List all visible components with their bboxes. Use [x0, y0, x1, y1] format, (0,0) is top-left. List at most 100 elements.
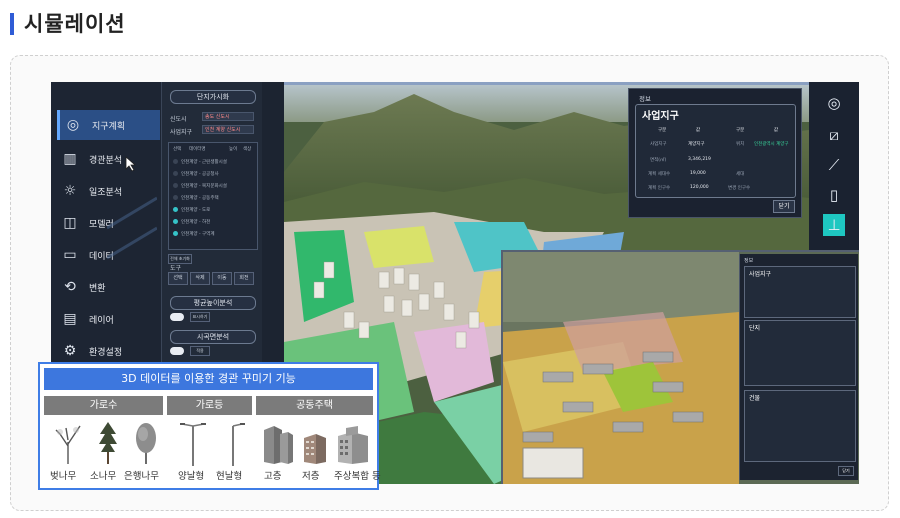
gear-icon: ⚙ — [63, 343, 77, 359]
refresh-icon: ⟲ — [64, 279, 76, 295]
single-street-lamp-icon — [232, 423, 245, 466]
checkbox-icon[interactable] — [173, 171, 178, 176]
checkbox-icon[interactable] — [173, 195, 178, 200]
cherry-tree-icon — [55, 425, 81, 464]
nav-item-layer[interactable]: ▤ 레이어 — [57, 304, 157, 334]
sun-icon: ☼ — [63, 183, 77, 199]
row-label: 인천계양 - 도로 — [181, 208, 211, 213]
tool-move-button[interactable]: 이동 — [212, 272, 232, 285]
info-col-header: 구분 — [658, 128, 667, 133]
target-icon[interactable]: ◎ — [823, 92, 845, 114]
table-row[interactable]: 인천계양 - 하천 — [173, 219, 210, 225]
info-title: 사업지구 — [642, 111, 679, 122]
new-town-select[interactable]: 송도 신도시 — [202, 112, 254, 121]
info-cell: 120,000 — [690, 185, 709, 190]
info-heading: 정보 — [639, 95, 651, 103]
nav-label: 환경설정 — [89, 347, 123, 358]
map-icon: ▥ — [63, 151, 77, 167]
mixed-use-building-icon — [338, 426, 368, 464]
table-header-height: 높이 — [229, 147, 238, 152]
info-box: 사업지구 구분 값 구분 값 사업지구 계양지구 위치 인천광역시 계양구 면적… — [635, 104, 796, 198]
row-label: 인천계양 - 공공청사 — [181, 172, 219, 177]
inset-section-title: 건물 — [749, 395, 761, 402]
table-row[interactable]: 인천계양 - 구역계 — [173, 231, 214, 237]
info-cell: 세대 — [736, 172, 745, 177]
view-analysis-button[interactable]: 시곡면분석 — [170, 330, 256, 344]
row-label: 인천계양 - 근린생활시설 — [181, 160, 227, 165]
inset-info-panel: 정보 사업지구 단지 건물 닫기 — [739, 254, 858, 480]
close-button[interactable]: 닫기 — [773, 200, 795, 213]
info-cell: 계획 인구수 — [648, 186, 671, 191]
inset-3d-view[interactable] — [503, 252, 739, 484]
item-pine-tree: 소나무 — [90, 471, 117, 482]
nav-item-district-plan[interactable]: ◎ 지구계획 — [57, 110, 160, 140]
inset-section-title: 단지 — [749, 325, 761, 332]
item-low-rise: 저층 — [302, 471, 320, 482]
tool-select-button[interactable]: 선택 — [168, 272, 188, 285]
info-cell: 위치 — [736, 142, 745, 147]
globe-icon: ◎ — [66, 117, 80, 133]
info-cell: 사업지구 — [650, 142, 667, 147]
inset-section: 사업지구 — [744, 266, 856, 318]
card-title: 3D 데이터를 이용한 경관 꾸미기 기능 — [44, 368, 373, 390]
book-icon[interactable]: ▯ — [823, 184, 845, 206]
tool-delete-button[interactable]: 삭제 — [190, 272, 210, 285]
info-cell: 3,346,219 — [688, 157, 711, 162]
item-double-lamp: 양날형 — [178, 471, 205, 482]
avg-height-button[interactable]: 평균높이분석 — [170, 296, 256, 310]
tools-label: 도구 — [170, 265, 182, 272]
view-analysis-apply[interactable]: 적용 — [190, 346, 210, 356]
row-label: 인천계양 - 공동주택 — [181, 196, 219, 201]
checkbox-icon[interactable] — [173, 219, 178, 224]
map-top-border — [284, 82, 809, 85]
info-cell: 계양지구 — [688, 142, 705, 147]
table-row[interactable]: 인천계양 - 복지문화시설 — [173, 183, 227, 189]
item-single-lamp: 현날형 — [216, 471, 243, 482]
checkbox-icon[interactable] — [173, 207, 178, 212]
inset-section-title: 사업지구 — [749, 271, 772, 278]
high-rise-building-icon — [264, 426, 293, 464]
checkbox-icon[interactable] — [173, 159, 178, 164]
nav-item-landscape[interactable]: ▥ 경관분석 — [57, 144, 157, 174]
cube-icon: ◫ — [63, 215, 77, 231]
folder-icon: ▭ — [63, 247, 77, 263]
table-row[interactable]: 인천계양 - 도로 — [173, 207, 210, 213]
double-street-lamp-icon — [180, 423, 206, 466]
row-label: 인천계양 - 복지문화시설 — [181, 184, 227, 189]
item-mixed-use: 주상복합 등 — [334, 471, 381, 482]
new-town-label: 신도시 — [170, 116, 187, 123]
low-rise-building-icon — [304, 434, 326, 464]
inset-section: 단지 — [744, 320, 856, 386]
pin-icon[interactable]: ⊥ — [823, 214, 845, 236]
inset-screenshot: 정보 사업지구 단지 건물 닫기 — [501, 250, 859, 484]
info-popup: 정보 사업지구 구분 값 구분 값 사업지구 계양지구 위치 인천광역시 계양구… — [628, 88, 802, 218]
info-cell: 19,000 — [690, 171, 706, 176]
row-label: 인천계양 - 구역계 — [181, 232, 215, 237]
checkbox-icon[interactable] — [173, 231, 178, 236]
crop-icon[interactable]: ⧄ — [823, 124, 845, 146]
inset-close-button[interactable]: 닫기 — [838, 466, 854, 476]
title-accent-bar — [10, 13, 14, 35]
table-row[interactable]: 인천계양 - 공공청사 — [173, 171, 219, 177]
avg-height-toggle[interactable] — [170, 313, 184, 321]
tool-rotate-button[interactable]: 회전 — [234, 272, 254, 285]
info-col-header: 값 — [696, 128, 701, 133]
ruler-icon[interactable]: ⟋ — [823, 154, 845, 176]
checkbox-icon[interactable] — [173, 183, 178, 188]
table-row[interactable]: 인천계양 - 공동주택 — [173, 195, 219, 201]
avg-height-apply[interactable]: 표시하기 — [190, 312, 210, 322]
view-analysis-toggle[interactable] — [170, 347, 184, 355]
inset-section: 건물 — [744, 390, 856, 462]
table-row[interactable]: 인천계양 - 근린생활시설 — [173, 159, 227, 165]
nav-label: 레이어 — [89, 315, 114, 326]
item-ginkgo-tree: 은행나무 — [124, 471, 159, 482]
info-cell: 계획 세대수 — [648, 172, 671, 177]
info-cell: 인천광역시 계양구 — [754, 142, 789, 147]
decorative-stripes — [107, 196, 157, 260]
district-select[interactable]: 인천 계양 신도시 — [202, 125, 254, 134]
category-apartments: 공동주택 — [256, 396, 373, 415]
table-header-color: 색상 — [243, 147, 252, 152]
data-table: 선택 데이터명 높이 색상 인천계양 - 근린생활시설 인천계양 - 공공청사 … — [168, 142, 258, 250]
district-label: 사업지구 — [170, 129, 193, 136]
table-header-select: 선택 — [173, 147, 182, 152]
